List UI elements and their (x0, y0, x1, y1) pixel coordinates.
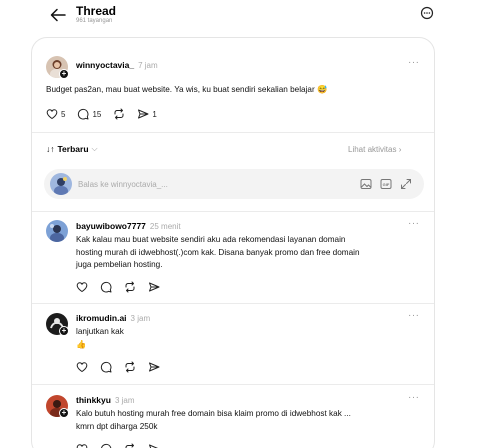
comment-line: Kak kalau mau buat website sendiri aku a… (76, 235, 346, 244)
comment-header: ikromudin.ai 3 jam (76, 313, 150, 323)
share-count: 1 (152, 109, 157, 119)
comment-time: 25 menit (149, 222, 181, 231)
comment-text: Kalo butuh hosting murah free domain bis… (76, 408, 351, 433)
comment-line: hosting murah di idwebhost(.)com kak. Di… (76, 247, 360, 257)
post-actions: 5 15 1 (46, 108, 169, 120)
post-time: 7 jam (138, 61, 158, 70)
post-text: Budget pas2an, mau buat website. Ya wis,… (46, 85, 328, 94)
follow-plus-icon[interactable]: + (59, 326, 69, 336)
comment-username[interactable]: ikromudin.ai (76, 313, 127, 323)
comment-actions (76, 361, 172, 373)
back-arrow-icon[interactable] (50, 8, 66, 22)
divider (32, 384, 434, 385)
sort-dropdown[interactable]: ↓↑ Terbaru ⌵ (46, 144, 98, 154)
comment-more-icon[interactable]: ··· (408, 218, 420, 229)
divider (32, 211, 434, 212)
like-button[interactable] (76, 281, 88, 293)
share-icon (149, 444, 158, 448)
comment-more-icon[interactable]: ··· (408, 310, 420, 321)
thread-card: + winnyoctavia_ 7 jam ··· Budget pas2an, … (31, 37, 435, 448)
heart-icon (76, 444, 88, 448)
chevron-right-icon: › (396, 145, 402, 154)
follow-plus-icon[interactable]: + (59, 408, 69, 418)
view-activity-link[interactable]: Lihat aktivitas › (348, 144, 401, 154)
comment-text: Kak kalau mau buat website sendiri aku a… (76, 234, 360, 272)
heart-icon (76, 282, 88, 293)
repost-button[interactable] (113, 108, 125, 120)
comment-line: 👍 (76, 339, 87, 349)
comment-more-icon[interactable]: ··· (408, 392, 420, 403)
reply-placeholder[interactable]: Balas ke winnyoctavia_... (78, 180, 168, 189)
repost-button[interactable] (124, 443, 136, 448)
repost-button[interactable] (124, 361, 136, 373)
comment-icon (101, 443, 112, 448)
comment-username[interactable]: bayuwibowo7777 (76, 221, 146, 231)
comment-button[interactable]: 15 (77, 108, 101, 120)
comment-avatar-wrap[interactable]: + (46, 313, 69, 336)
post-username[interactable]: winnyoctavia_ (76, 60, 134, 70)
comment-button[interactable] (100, 281, 112, 293)
repost-icon (125, 361, 135, 373)
comment-button[interactable] (100, 443, 112, 448)
share-button[interactable] (148, 443, 160, 448)
repost-button[interactable] (124, 281, 136, 293)
expand-icon[interactable] (400, 178, 412, 190)
share-icon (138, 109, 149, 119)
share-button[interactable] (148, 361, 160, 373)
comment-line: kmrn dpt diharga 250k (76, 421, 158, 431)
sort-label: Terbaru (57, 144, 89, 154)
comment-line: Kalo butuh hosting murah free domain bis… (76, 409, 351, 418)
page-title: Thread (76, 4, 117, 18)
comment-actions (76, 443, 172, 448)
like-count: 5 (61, 109, 66, 119)
divider (32, 303, 434, 304)
comment-actions (76, 281, 172, 293)
comment-line: lanjutkan kak (76, 327, 124, 336)
comment-icon (78, 108, 89, 120)
post-more-icon[interactable]: ··· (408, 57, 420, 68)
image-icon[interactable] (360, 178, 372, 190)
gif-icon[interactable]: GIF (380, 178, 392, 190)
reply-box[interactable]: Balas ke winnyoctavia_... GIF (44, 169, 424, 199)
comment-text: lanjutkan kak 👍 (76, 326, 124, 351)
more-options-icon[interactable] (420, 6, 434, 20)
sort-icon: ↓↑ (46, 144, 55, 154)
share-button[interactable] (148, 281, 160, 293)
heart-icon (76, 362, 88, 373)
svg-text:GIF: GIF (383, 182, 390, 187)
comment-line: juga pembelian hosting. (76, 260, 163, 269)
comment-icon (100, 361, 112, 373)
comment-avatar-wrap[interactable]: + (46, 395, 69, 418)
comment-header: bayuwibowo7777 25 menit (76, 221, 181, 231)
divider (32, 132, 434, 133)
like-button[interactable] (76, 443, 88, 448)
share-button[interactable]: 1 (137, 108, 157, 120)
comment-time: 3 jam (114, 396, 135, 405)
my-avatar (50, 173, 72, 195)
share-icon (149, 362, 160, 372)
avatar[interactable] (46, 220, 68, 242)
comment-button[interactable] (100, 361, 112, 373)
post-avatar-wrap[interactable]: + (46, 56, 69, 79)
comment-username[interactable]: thinkkyu (76, 395, 111, 405)
comment-header: thinkkyu 3 jam (76, 395, 135, 405)
like-button[interactable]: 5 (46, 108, 65, 120)
comment-count: 15 (92, 109, 102, 119)
comment-avatar-wrap[interactable] (46, 220, 68, 242)
comment-time: 3 jam (130, 314, 151, 323)
repost-icon (114, 108, 124, 120)
view-activity-label: Lihat aktivitas (348, 145, 397, 154)
follow-plus-icon[interactable]: + (59, 69, 69, 79)
post-header: winnyoctavia_ 7 jam (76, 60, 158, 70)
comment-icon (100, 281, 112, 293)
like-button[interactable] (76, 361, 88, 373)
chevron-down-icon: ⌵ (91, 144, 98, 153)
share-icon (149, 282, 160, 292)
view-count: 961 tayangan (76, 18, 113, 24)
heart-icon (46, 109, 58, 120)
repost-icon (125, 281, 135, 293)
repost-icon (125, 443, 134, 448)
